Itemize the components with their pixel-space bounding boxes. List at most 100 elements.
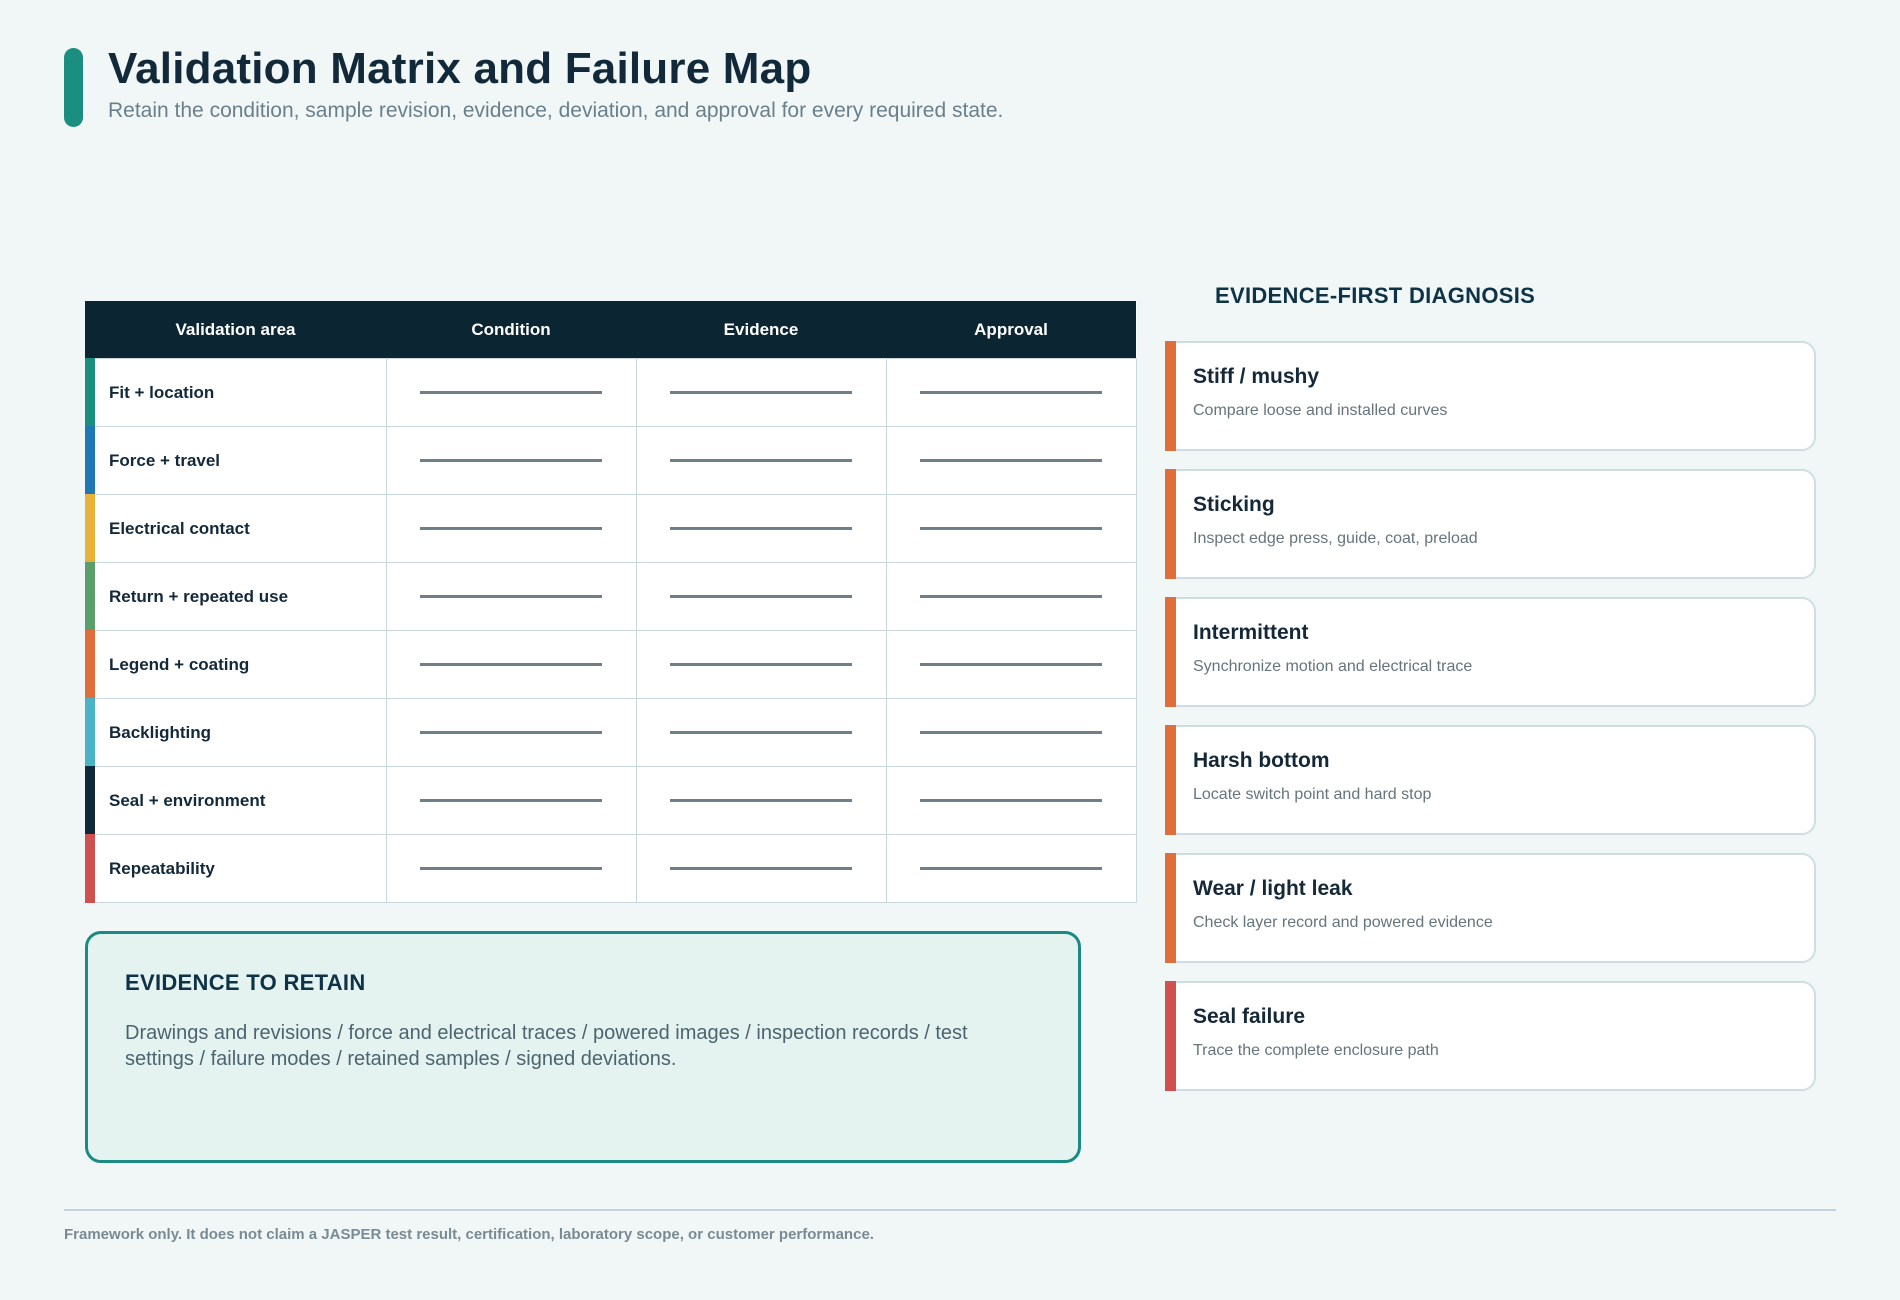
diagnosis-card: Harsh bottom Locate switch point and hard…: [1165, 725, 1816, 835]
diagnosis-card: Intermittent Synchronize motion and elect…: [1165, 597, 1816, 707]
approval-cell: [885, 426, 1137, 495]
evidence-cell: [635, 562, 887, 631]
diagnosis-card-description: Compare loose and installed curves: [1193, 402, 1448, 419]
condition-cell: [385, 562, 637, 631]
condition-blank-line: [420, 867, 602, 870]
row-color-stripe: [85, 698, 95, 767]
column-header-evidence: Evidence: [636, 301, 886, 359]
diagnosis-card-title: Intermittent: [1193, 621, 1309, 644]
column-header-condition: Condition: [386, 301, 636, 359]
validation-area-label: Repeatability: [109, 858, 215, 878]
approval-cell: [885, 834, 1137, 903]
evidence-text: Drawings and revisions / force and elect…: [125, 1022, 968, 1070]
approval-cell: [885, 766, 1137, 835]
footer-note: Framework only. It does not claim a JASP…: [64, 1226, 874, 1243]
validation-area-label: Legend + coating: [109, 654, 250, 674]
evidence-cell: [635, 426, 887, 495]
validation-matrix: Validation area Condition Evidence Appro…: [85, 301, 1137, 903]
evidence-heading: EVIDENCE TO RETAIN: [125, 970, 366, 995]
table-row: Fit + location: [85, 358, 1137, 427]
diagnosis-card-description: Check layer record and powered evidence: [1193, 914, 1493, 931]
page-title: Validation Matrix and Failure Map: [108, 44, 812, 93]
condition-blank-line: [420, 799, 602, 802]
validation-area-cell: Return + repeated use: [85, 562, 387, 631]
diagnosis-card-stripe: [1165, 853, 1176, 963]
evidence-blank-line: [670, 391, 852, 394]
condition-cell: [385, 426, 637, 495]
evidence-panel: EVIDENCE TO RETAIN Drawings and revision…: [85, 931, 1081, 1163]
diagnosis-card: Stiff / mushy Compare loose and installed…: [1165, 341, 1816, 451]
table-row: Repeatability: [85, 834, 1137, 903]
row-color-stripe: [85, 494, 95, 563]
matrix-header-row: Validation area Condition Evidence Appro…: [85, 301, 1136, 359]
page-subtitle: Retain the condition, sample revision, e…: [108, 99, 1004, 122]
diagnosis-card-description: Locate switch point and hard stop: [1193, 786, 1432, 803]
approval-cell: [885, 698, 1137, 767]
approval-cell: [885, 630, 1137, 699]
validation-area-label: Force + travel: [109, 450, 221, 470]
diagnosis-card: Sticking Inspect edge press, guide, coat,…: [1165, 469, 1816, 579]
diagnosis-card-stripe: [1165, 597, 1176, 707]
approval-blank-line: [920, 867, 1102, 870]
diagnosis-card-description: Synchronize motion and electrical trace: [1193, 658, 1473, 675]
diagnosis-card-stripe: [1165, 981, 1176, 1091]
approval-blank-line: [920, 527, 1102, 530]
validation-area-cell: Electrical contact: [85, 494, 387, 563]
table-row: Backlighting: [85, 698, 1137, 767]
table-row: Return + repeated use: [85, 562, 1137, 631]
row-color-stripe: [85, 766, 95, 835]
row-color-stripe: [85, 834, 95, 903]
validation-area-cell: Fit + location: [85, 358, 387, 427]
condition-blank-line: [420, 459, 602, 462]
column-header-validation-area: Validation area: [85, 301, 386, 359]
diagnosis-card-title: Stiff / mushy: [1193, 365, 1320, 388]
diagnosis-heading: EVIDENCE-FIRST DIAGNOSIS: [1215, 283, 1536, 308]
validation-area-label: Return + repeated use: [109, 586, 289, 606]
diagnosis-card-title: Seal failure: [1193, 1005, 1306, 1028]
evidence-cell: [635, 630, 887, 699]
diagnosis-card-title: Wear / light leak: [1193, 877, 1353, 900]
evidence-cell: [635, 358, 887, 427]
condition-cell: [385, 494, 637, 563]
table-row: Seal + environment: [85, 766, 1137, 835]
evidence-cell: [635, 494, 887, 563]
evidence-blank-line: [670, 799, 852, 802]
condition-cell: [385, 630, 637, 699]
approval-cell: [885, 562, 1137, 631]
approval-blank-line: [920, 459, 1102, 462]
diagnosis-card-stripe: [1165, 341, 1176, 451]
condition-cell: [385, 766, 637, 835]
row-color-stripe: [85, 426, 95, 495]
evidence-blank-line: [670, 459, 852, 462]
approval-cell: [885, 494, 1137, 563]
diagnosis-card-stripe: [1165, 725, 1176, 835]
evidence-blank-line: [670, 527, 852, 530]
condition-blank-line: [420, 595, 602, 598]
diagnosis-card: Seal failure Trace the complete enclosure…: [1165, 981, 1816, 1091]
approval-cell: [885, 358, 1137, 427]
table-row: Force + travel: [85, 426, 1137, 495]
approval-blank-line: [920, 731, 1102, 734]
approval-blank-line: [920, 391, 1102, 394]
row-color-stripe: [85, 358, 95, 427]
approval-blank-line: [920, 663, 1102, 666]
diagnosis-card: Wear / light leak Check layer record and …: [1165, 853, 1816, 963]
diagnosis-card-title: Sticking: [1193, 493, 1275, 516]
validation-area-label: Fit + location: [109, 382, 215, 402]
condition-blank-line: [420, 731, 602, 734]
footer-divider: [64, 1209, 1836, 1211]
table-row: Electrical contact: [85, 494, 1137, 563]
evidence-blank-line: [670, 595, 852, 598]
condition-cell: [385, 698, 637, 767]
condition-blank-line: [420, 663, 602, 666]
validation-area-cell: Seal + environment: [85, 766, 387, 835]
evidence-blank-line: [670, 867, 852, 870]
condition-cell: [385, 834, 637, 903]
condition-blank-line: [420, 391, 602, 394]
diagnosis-card-description: Trace the complete enclosure path: [1193, 1042, 1439, 1059]
column-header-approval: Approval: [886, 301, 1136, 359]
validation-area-label: Electrical contact: [109, 518, 250, 538]
validation-area-label: Backlighting: [109, 722, 212, 742]
evidence-blank-line: [670, 731, 852, 734]
evidence-blank-line: [670, 663, 852, 666]
